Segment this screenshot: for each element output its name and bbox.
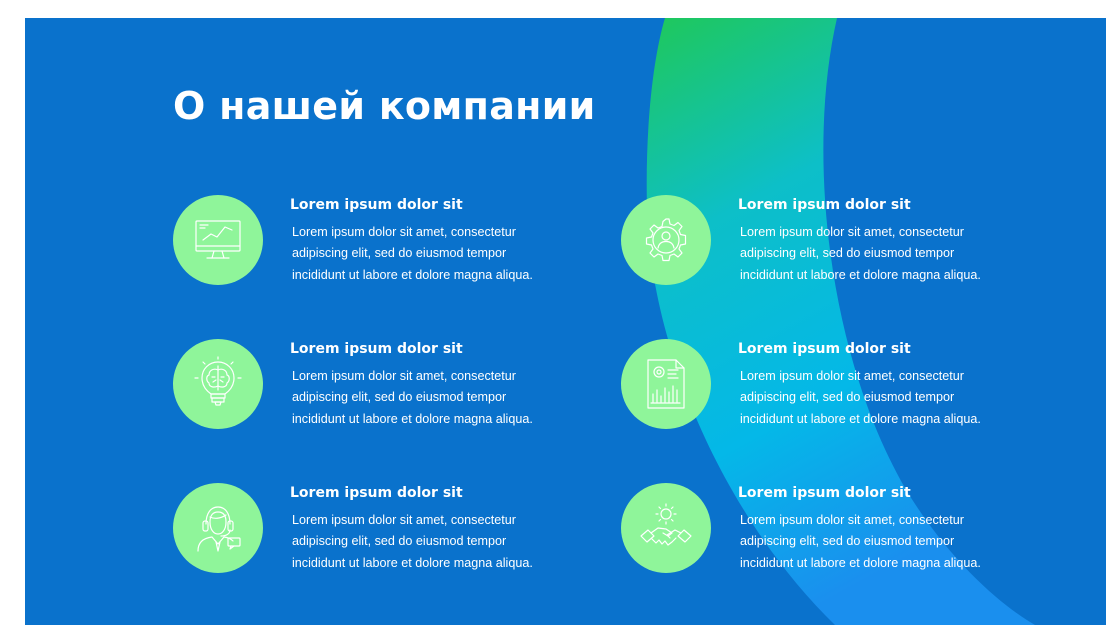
icon-circle <box>621 195 711 285</box>
feature-item: Lorem ipsum dolor sit Lorem ipsum dolor … <box>621 195 1021 295</box>
gear-person-icon <box>645 218 687 262</box>
feature-item: Lorem ipsum dolor sit Lorem ipsum dolor … <box>621 483 1021 583</box>
icon-circle <box>173 339 263 429</box>
icon-circle <box>173 483 263 573</box>
document-report-icon <box>647 359 685 409</box>
feature-title: Lorem ipsum dolor sit <box>738 197 911 213</box>
icon-circle <box>621 483 711 573</box>
feature-item: Lorem ipsum dolor sit Lorem ipsum dolor … <box>621 339 1021 439</box>
feature-description-line: adipiscing elit, sed do eiusmod tempor <box>292 390 507 405</box>
feature-title: Lorem ipsum dolor sit <box>738 341 911 357</box>
page-title: О нашей компании <box>173 84 596 128</box>
feature-title: Lorem ipsum dolor sit <box>290 197 463 213</box>
feature-item: Lorem ipsum dolor sit Lorem ipsum dolor … <box>173 339 573 439</box>
slide: О нашей компании Lorem ipsum dolor sit L… <box>25 18 1106 625</box>
feature-description-line: incididunt ut labore et dolore magna ali… <box>292 411 533 426</box>
feature-item: Lorem ipsum dolor sit Lorem ipsum dolor … <box>173 195 573 295</box>
feature-description-line: incididunt ut labore et dolore magna ali… <box>740 411 981 426</box>
feature-description-line: Lorem ipsum dolor sit amet, consectetur <box>740 369 964 383</box>
feature-title: Lorem ipsum dolor sit <box>290 341 463 357</box>
feature-description-line: adipiscing elit, sed do eiusmod tempor <box>740 534 955 549</box>
feature-description-line: Lorem ipsum dolor sit amet, consectetur <box>292 369 516 383</box>
feature-description-line: Lorem ipsum dolor sit amet, consectetur <box>292 513 516 527</box>
feature-description: Lorem ipsum dolor sit amet, consectetur … <box>740 222 1030 286</box>
feature-description-line: incididunt ut labore et dolore magna ali… <box>292 267 533 282</box>
feature-description: Lorem ipsum dolor sit amet, consectetur … <box>740 366 1030 430</box>
feature-description-line: incididunt ut labore et dolore magna ali… <box>740 555 981 570</box>
lightbulb-brain-icon <box>194 356 242 406</box>
support-agent-icon <box>197 506 241 552</box>
feature-description: Lorem ipsum dolor sit amet, consectetur … <box>292 222 582 286</box>
feature-description-line: adipiscing elit, sed do eiusmod tempor <box>740 390 955 405</box>
icon-circle <box>173 195 263 285</box>
feature-description-line: incididunt ut labore et dolore magna ali… <box>740 267 981 282</box>
feature-description-line: Lorem ipsum dolor sit amet, consectetur <box>740 513 964 527</box>
feature-title: Lorem ipsum dolor sit <box>738 485 911 501</box>
feature-description-line: adipiscing elit, sed do eiusmod tempor <box>740 246 955 261</box>
feature-description: Lorem ipsum dolor sit amet, consectetur … <box>740 510 1030 574</box>
feature-description: Lorem ipsum dolor sit amet, consectetur … <box>292 510 582 574</box>
feature-description-line: incididunt ut labore et dolore magna ali… <box>292 555 533 570</box>
feature-title: Lorem ipsum dolor sit <box>290 485 463 501</box>
icon-circle <box>621 339 711 429</box>
feature-description: Lorem ipsum dolor sit amet, consectetur … <box>292 366 582 430</box>
feature-description-line: Lorem ipsum dolor sit amet, consectetur <box>292 225 516 239</box>
monitor-chart-icon <box>195 220 241 259</box>
feature-item: Lorem ipsum dolor sit Lorem ipsum dolor … <box>173 483 573 583</box>
feature-description-line: adipiscing elit, sed do eiusmod tempor <box>292 534 507 549</box>
handshake-gear-icon <box>640 503 692 546</box>
feature-description-line: Lorem ipsum dolor sit amet, consectetur <box>740 225 964 239</box>
feature-description-line: adipiscing elit, sed do eiusmod tempor <box>292 246 507 261</box>
